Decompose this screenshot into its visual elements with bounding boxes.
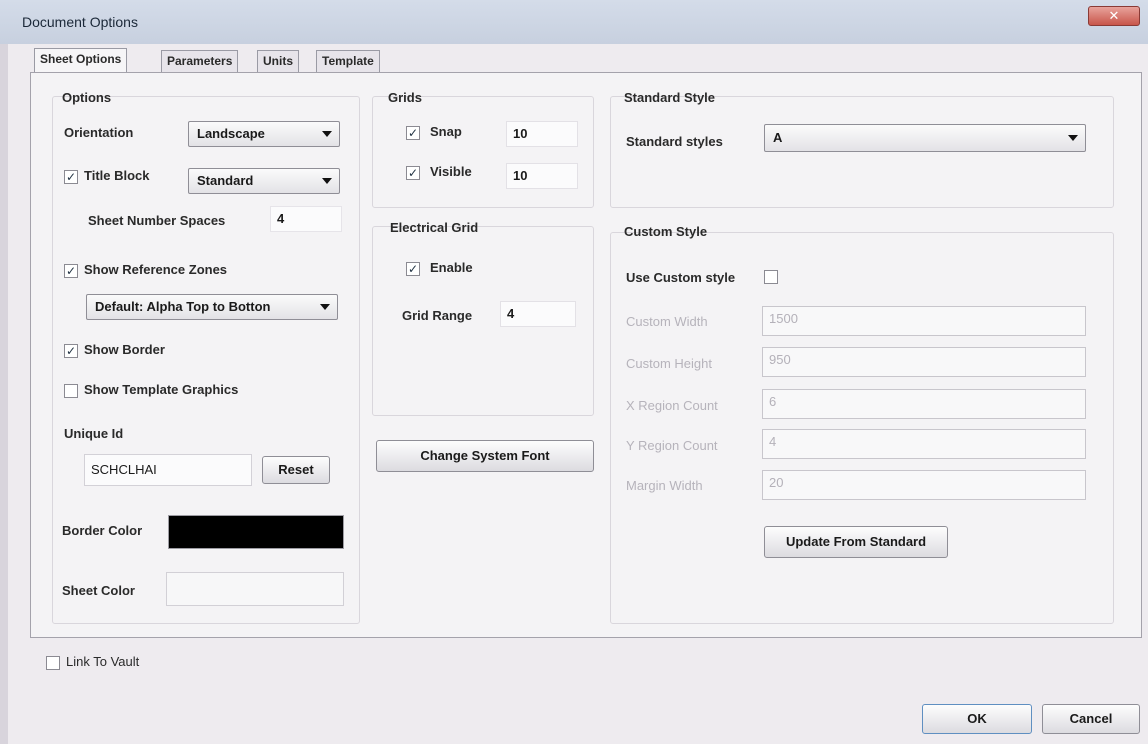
- check-icon: ✓: [65, 264, 77, 278]
- sheet-color-label: Sheet Color: [62, 583, 135, 598]
- border-color-swatch[interactable]: [168, 515, 344, 549]
- orientation-label: Orientation: [64, 125, 134, 140]
- show-border-label: Show Border: [84, 342, 165, 357]
- border-color-label: Border Color: [62, 523, 143, 538]
- snap-input[interactable]: 10: [506, 121, 578, 147]
- visible-checkbox[interactable]: ✓: [406, 166, 420, 180]
- reference-zone-style-value: Default: Alpha Top to Botton: [95, 299, 271, 314]
- standard-style-group: [610, 96, 1114, 208]
- reference-zone-style-select[interactable]: Default: Alpha Top to Botton: [86, 294, 338, 320]
- reset-button[interactable]: Reset: [262, 456, 330, 484]
- custom-width-label: Custom Width: [626, 314, 708, 329]
- standard-styles-label: Standard styles: [626, 134, 723, 149]
- check-icon: ✓: [407, 126, 419, 140]
- tab-sheet-options[interactable]: Sheet Options: [34, 48, 128, 73]
- window-title: Document Options: [22, 14, 138, 30]
- grids-heading: Grids: [388, 90, 422, 105]
- chevron-down-icon: [320, 304, 330, 310]
- link-to-vault-checkbox[interactable]: [46, 656, 60, 670]
- sheet-number-spaces-label: Sheet Number Spaces: [88, 213, 226, 228]
- grids-group: [372, 96, 594, 208]
- custom-width-input[interactable]: 1500: [762, 306, 1086, 336]
- title-bar: Document Options ✕: [0, 0, 1148, 44]
- snap-label: Snap: [430, 124, 462, 139]
- x-region-count-label: X Region Count: [626, 398, 718, 413]
- custom-height-label: Custom Height: [626, 356, 712, 371]
- standard-styles-value: A: [773, 130, 783, 145]
- title-block-checkbox[interactable]: ✓: [64, 170, 78, 184]
- margin-width-label: Margin Width: [626, 478, 703, 493]
- close-button[interactable]: ✕: [1088, 6, 1140, 26]
- cancel-button[interactable]: Cancel: [1042, 704, 1140, 734]
- check-icon: ✓: [65, 170, 77, 184]
- show-template-graphics-label: Show Template Graphics: [84, 382, 239, 397]
- chevron-down-icon: [1068, 135, 1078, 141]
- standard-styles-select[interactable]: A: [764, 124, 1086, 152]
- sheet-color-swatch[interactable]: [166, 572, 344, 606]
- sheet-number-spaces-input[interactable]: 4: [270, 206, 342, 232]
- ok-button[interactable]: OK: [922, 704, 1032, 734]
- title-block-select[interactable]: Standard: [188, 168, 340, 194]
- show-border-checkbox[interactable]: ✓: [64, 344, 78, 358]
- title-block-label: Title Block: [84, 168, 150, 183]
- unique-id-label: Unique Id: [64, 426, 124, 441]
- y-region-count-input[interactable]: 4: [762, 429, 1086, 459]
- margin-width-input[interactable]: 20: [762, 470, 1086, 500]
- update-from-standard-button[interactable]: Update From Standard: [764, 526, 948, 558]
- visible-label: Visible: [430, 164, 472, 179]
- y-region-count-label: Y Region Count: [626, 438, 718, 453]
- show-reference-zones-checkbox[interactable]: ✓: [64, 264, 78, 278]
- link-to-vault-label: Link To Vault: [66, 654, 140, 669]
- unique-id-input[interactable]: SCHCLHAI: [84, 454, 252, 486]
- change-system-font-button[interactable]: Change System Font: [376, 440, 594, 472]
- check-icon: ✓: [65, 344, 77, 358]
- check-icon: ✓: [407, 166, 419, 180]
- title-block-value: Standard: [197, 173, 254, 188]
- tab-template[interactable]: Template: [316, 50, 380, 72]
- custom-style-heading: Custom Style: [624, 224, 708, 239]
- enable-label: Enable: [430, 260, 473, 275]
- show-reference-zones-label: Show Reference Zones: [84, 262, 228, 277]
- grid-range-input[interactable]: 4: [500, 301, 576, 327]
- orientation-select[interactable]: Landscape: [188, 121, 340, 147]
- standard-style-heading: Standard Style: [624, 90, 716, 105]
- use-custom-style-checkbox[interactable]: [764, 270, 778, 284]
- grid-range-label: Grid Range: [402, 308, 473, 323]
- tab-parameters[interactable]: Parameters: [161, 50, 239, 72]
- options-heading: Options: [62, 90, 112, 105]
- show-template-graphics-checkbox[interactable]: [64, 384, 78, 398]
- snap-checkbox[interactable]: ✓: [406, 126, 420, 140]
- custom-height-input[interactable]: 950: [762, 347, 1086, 377]
- electrical-grid-heading: Electrical Grid: [390, 220, 479, 235]
- chevron-down-icon: [322, 131, 332, 137]
- use-custom-style-label: Use Custom style: [626, 270, 736, 285]
- close-icon: ✕: [1108, 8, 1120, 23]
- chevron-down-icon: [322, 178, 332, 184]
- tab-units[interactable]: Units: [257, 50, 299, 72]
- check-icon: ✓: [407, 262, 419, 276]
- window-left-edge: [0, 44, 8, 744]
- visible-input[interactable]: 10: [506, 163, 578, 189]
- enable-checkbox[interactable]: ✓: [406, 262, 420, 276]
- custom-style-group: [610, 232, 1114, 624]
- orientation-value: Landscape: [197, 126, 265, 141]
- x-region-count-input[interactable]: 6: [762, 389, 1086, 419]
